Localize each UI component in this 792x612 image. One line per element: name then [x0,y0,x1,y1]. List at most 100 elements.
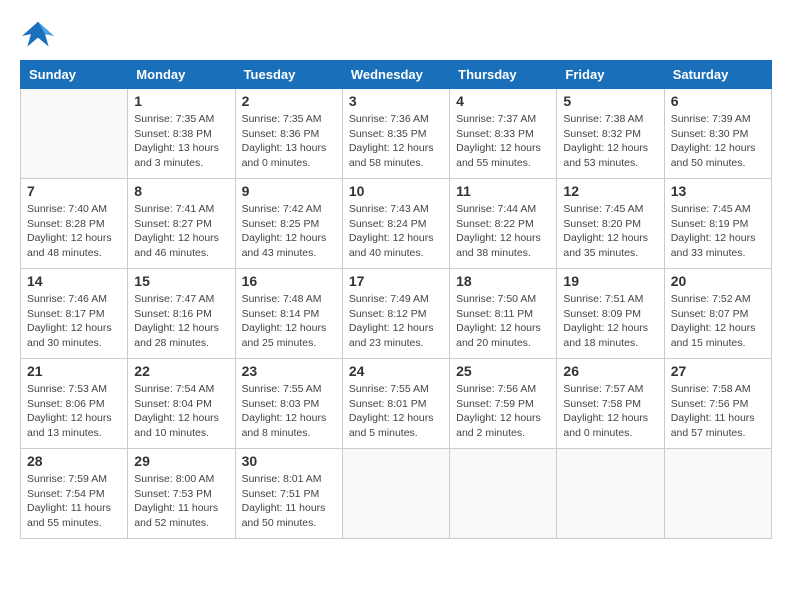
day-info: Sunrise: 7:41 AM Sunset: 8:27 PM Dayligh… [134,202,228,261]
day-info: Sunrise: 7:47 AM Sunset: 8:16 PM Dayligh… [134,292,228,351]
day-cell: 13 Sunrise: 7:45 AM Sunset: 8:19 PM Dayli… [664,179,771,269]
day-number: 20 [671,273,765,289]
col-header-saturday: Saturday [664,61,771,89]
logo-icon [20,20,56,50]
day-number: 13 [671,183,765,199]
day-cell: 14 Sunrise: 7:46 AM Sunset: 8:17 PM Dayli… [21,269,128,359]
day-info: Sunrise: 7:46 AM Sunset: 8:17 PM Dayligh… [27,292,121,351]
day-number: 2 [242,93,336,109]
day-number: 23 [242,363,336,379]
day-number: 26 [563,363,657,379]
day-info: Sunrise: 7:57 AM Sunset: 7:58 PM Dayligh… [563,382,657,441]
day-number: 4 [456,93,550,109]
day-number: 18 [456,273,550,289]
day-cell [450,449,557,539]
day-info: Sunrise: 7:38 AM Sunset: 8:32 PM Dayligh… [563,112,657,171]
col-header-friday: Friday [557,61,664,89]
day-number: 16 [242,273,336,289]
day-cell: 17 Sunrise: 7:49 AM Sunset: 8:12 PM Dayli… [342,269,449,359]
day-cell: 4 Sunrise: 7:37 AM Sunset: 8:33 PM Daylig… [450,89,557,179]
week-row-1: 1Sunrise: 7:35 AM Sunset: 8:38 PM Daylig… [21,89,772,179]
day-cell: 27 Sunrise: 7:58 AM Sunset: 7:56 PM Dayli… [664,359,771,449]
day-cell: 11 Sunrise: 7:44 AM Sunset: 8:22 PM Dayli… [450,179,557,269]
day-cell: 12 Sunrise: 7:45 AM Sunset: 8:20 PM Dayli… [557,179,664,269]
day-number: 15 [134,273,228,289]
col-header-monday: Monday [128,61,235,89]
day-cell: 18Sunrise: 7:50 AM Sunset: 8:11 PM Dayli… [450,269,557,359]
col-header-sunday: Sunday [21,61,128,89]
day-number: 8 [134,183,228,199]
day-number: 6 [671,93,765,109]
week-row-3: 14 Sunrise: 7:46 AM Sunset: 8:17 PM Dayli… [21,269,772,359]
day-cell: 16 Sunrise: 7:48 AM Sunset: 8:14 PM Dayli… [235,269,342,359]
day-cell: 15 Sunrise: 7:47 AM Sunset: 8:16 PM Dayli… [128,269,235,359]
day-cell: 3 Sunrise: 7:36 AM Sunset: 8:35 PM Daylig… [342,89,449,179]
day-cell: 22 Sunrise: 7:54 AM Sunset: 8:04 PM Dayli… [128,359,235,449]
day-number: 11 [456,183,550,199]
col-header-wednesday: Wednesday [342,61,449,89]
day-cell [664,449,771,539]
day-number: 25 [456,363,550,379]
day-info: Sunrise: 7:42 AM Sunset: 8:25 PM Dayligh… [242,202,336,261]
day-cell [342,449,449,539]
day-info: Sunrise: 7:54 AM Sunset: 8:04 PM Dayligh… [134,382,228,441]
day-cell: 21 Sunrise: 7:53 AM Sunset: 8:06 PM Dayli… [21,359,128,449]
day-cell: 28 Sunrise: 7:59 AM Sunset: 7:54 PM Dayli… [21,449,128,539]
day-info: Sunrise: 7:44 AM Sunset: 8:22 PM Dayligh… [456,202,550,261]
logo [20,20,61,50]
day-cell [21,89,128,179]
day-cell: 2 Sunrise: 7:35 AM Sunset: 8:36 PM Daylig… [235,89,342,179]
day-number: 9 [242,183,336,199]
day-cell: 19Sunrise: 7:51 AM Sunset: 8:09 PM Dayli… [557,269,664,359]
day-cell: 10 Sunrise: 7:43 AM Sunset: 8:24 PM Dayli… [342,179,449,269]
day-cell: 5 Sunrise: 7:38 AM Sunset: 8:32 PM Daylig… [557,89,664,179]
day-info: Sunrise: 7:35 AM Sunset: 8:38 PM Dayligh… [134,112,228,171]
page-header [20,20,772,50]
week-row-2: 7 Sunrise: 7:40 AM Sunset: 8:28 PM Daylig… [21,179,772,269]
day-number: 27 [671,363,765,379]
day-info: Sunrise: 7:43 AM Sunset: 8:24 PM Dayligh… [349,202,443,261]
day-number: 24 [349,363,443,379]
day-info: Sunrise: 8:00 AM Sunset: 7:53 PM Dayligh… [134,472,228,531]
day-info: Sunrise: 7:52 AM Sunset: 8:07 PM Dayligh… [671,292,765,351]
day-number: 3 [349,93,443,109]
day-number: 28 [27,453,121,469]
day-number: 21 [27,363,121,379]
day-number: 14 [27,273,121,289]
day-info: Sunrise: 7:55 AM Sunset: 8:01 PM Dayligh… [349,382,443,441]
day-number: 29 [134,453,228,469]
col-header-thursday: Thursday [450,61,557,89]
day-number: 12 [563,183,657,199]
day-info: Sunrise: 7:40 AM Sunset: 8:28 PM Dayligh… [27,202,121,261]
day-info: Sunrise: 7:45 AM Sunset: 8:19 PM Dayligh… [671,202,765,261]
day-number: 22 [134,363,228,379]
day-number: 30 [242,453,336,469]
day-number: 17 [349,273,443,289]
day-cell: 8 Sunrise: 7:41 AM Sunset: 8:27 PM Daylig… [128,179,235,269]
day-info: Sunrise: 7:45 AM Sunset: 8:20 PM Dayligh… [563,202,657,261]
day-cell: 20 Sunrise: 7:52 AM Sunset: 8:07 PM Dayli… [664,269,771,359]
day-cell: 6Sunrise: 7:39 AM Sunset: 8:30 PM Daylig… [664,89,771,179]
week-row-5: 28 Sunrise: 7:59 AM Sunset: 7:54 PM Dayli… [21,449,772,539]
day-number: 10 [349,183,443,199]
day-number: 5 [563,93,657,109]
day-info: Sunrise: 8:01 AM Sunset: 7:51 PM Dayligh… [242,472,336,531]
day-cell: 26 Sunrise: 7:57 AM Sunset: 7:58 PM Dayli… [557,359,664,449]
day-number: 7 [27,183,121,199]
day-info: Sunrise: 7:53 AM Sunset: 8:06 PM Dayligh… [27,382,121,441]
day-cell: 29 Sunrise: 8:00 AM Sunset: 7:53 PM Dayli… [128,449,235,539]
day-number: 19 [563,273,657,289]
col-header-tuesday: Tuesday [235,61,342,89]
day-info: Sunrise: 7:59 AM Sunset: 7:54 PM Dayligh… [27,472,121,531]
day-cell: 24 Sunrise: 7:55 AM Sunset: 8:01 PM Dayli… [342,359,449,449]
day-info: Sunrise: 7:48 AM Sunset: 8:14 PM Dayligh… [242,292,336,351]
day-info: Sunrise: 7:49 AM Sunset: 8:12 PM Dayligh… [349,292,443,351]
day-info: Sunrise: 7:35 AM Sunset: 8:36 PM Dayligh… [242,112,336,171]
day-info: Sunrise: 7:55 AM Sunset: 8:03 PM Dayligh… [242,382,336,441]
day-info: Sunrise: 7:58 AM Sunset: 7:56 PM Dayligh… [671,382,765,441]
day-cell: 23 Sunrise: 7:55 AM Sunset: 8:03 PM Dayli… [235,359,342,449]
calendar-table: SundayMondayTuesdayWednesdayThursdayFrid… [20,60,772,539]
day-info: Sunrise: 7:36 AM Sunset: 8:35 PM Dayligh… [349,112,443,171]
day-cell: 7 Sunrise: 7:40 AM Sunset: 8:28 PM Daylig… [21,179,128,269]
day-info: Sunrise: 7:37 AM Sunset: 8:33 PM Dayligh… [456,112,550,171]
